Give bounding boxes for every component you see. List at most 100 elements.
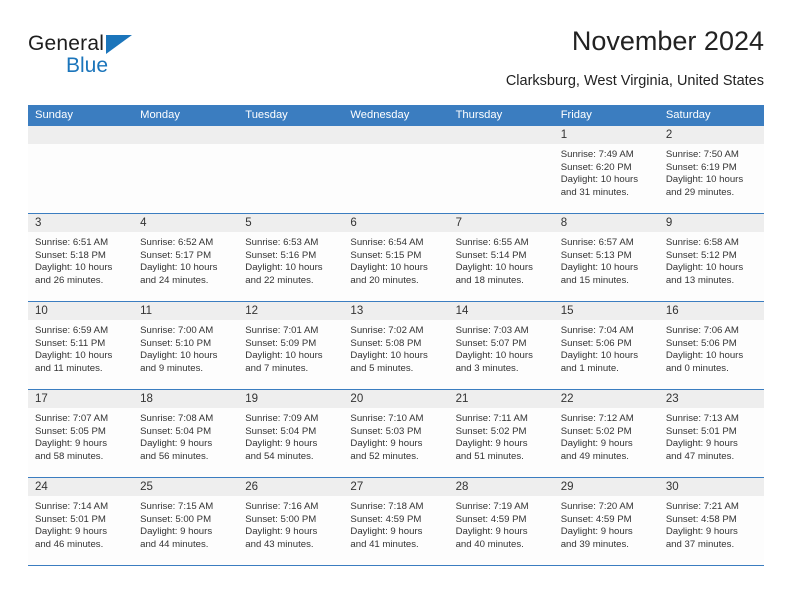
- day-sunrise-text: Sunrise: 6:53 AM: [245, 237, 319, 248]
- day-sunrise-text: Sunrise: 7:15 AM: [140, 501, 214, 512]
- day-sunrise-text: Sunrise: 7:08 AM: [140, 413, 214, 424]
- day-sunrise-text: Sunrise: 6:58 AM: [665, 237, 739, 248]
- calendar-day-cell[interactable]: 18 Sunrise: 7:08 AM Sunset: 5:04 PM Dayligh…: [133, 390, 239, 477]
- day-sun-info: Sunrise: 7:13 AM Sunset: 5:01 PM Daylight:…: [659, 408, 764, 469]
- day-sunrise-text: Sunrise: 6:55 AM: [455, 237, 529, 248]
- calendar-day-cell[interactable]: 21 Sunrise: 7:11 AM Sunset: 5:02 PM Dayligh…: [448, 390, 554, 477]
- day-sunset-text: Sunset: 5:14 PM: [455, 249, 527, 261]
- day-sun-info: Sunrise: 7:09 AM Sunset: 5:04 PM Daylight:…: [238, 408, 343, 469]
- day-sunrise-text: Sunrise: 7:02 AM: [350, 325, 424, 336]
- day-number: 2: [658, 126, 764, 144]
- day-number: 17: [28, 390, 134, 408]
- weekday-header-thursday: Thursday: [455, 109, 503, 121]
- day-sun-info: Sunrise: 7:21 AM Sunset: 4:58 PM Daylight:…: [659, 496, 764, 557]
- calendar-day-cell[interactable]: 4 Sunrise: 6:52 AM Sunset: 5:17 PM Daylight…: [133, 214, 239, 301]
- day-sunrise-text: Sunrise: 7:07 AM: [35, 413, 109, 424]
- general-blue-logo[interactable]: General Blue: [28, 32, 228, 86]
- day-sunset-text: Sunset: 5:11 PM: [35, 337, 106, 349]
- day-daylight-text: and 46 minutes.: [35, 538, 104, 550]
- day-sun-info: Sunrise: 7:06 AM Sunset: 5:06 PM Daylight:…: [659, 320, 764, 381]
- day-daylight-text: and 1 minute.: [560, 362, 619, 374]
- day-sunset-text: Sunset: 4:59 PM: [455, 513, 527, 525]
- calendar-day-cell[interactable]: 24 Sunrise: 7:14 AM Sunset: 5:01 PM Dayligh…: [28, 478, 134, 565]
- calendar-day-cell[interactable]: 15 Sunrise: 7:04 AM Sunset: 5:06 PM Dayligh…: [553, 302, 659, 389]
- calendar-day-cell[interactable]: 2 Sunrise: 7:50 AM Sunset: 6:19 PM Daylight…: [658, 126, 764, 213]
- day-number: 3: [28, 214, 134, 232]
- day-daylight-text: and 52 minutes.: [350, 450, 419, 462]
- calendar-day-cell[interactable]: 10 Sunrise: 6:59 AM Sunset: 5:11 PM Dayligh…: [28, 302, 134, 389]
- day-number: 21: [448, 390, 554, 408]
- calendar-week-row: 1 Sunrise: 7:49 AM Sunset: 6:20 PM Daylight…: [28, 126, 764, 214]
- day-sunset-text: Sunset: 5:18 PM: [35, 249, 106, 261]
- day-sunset-text: Sunset: 5:06 PM: [665, 337, 737, 349]
- day-daylight-text: Daylight: 9 hours: [35, 438, 107, 450]
- calendar-day-cell[interactable]: 14 Sunrise: 7:03 AM Sunset: 5:07 PM Dayligh…: [448, 302, 554, 389]
- day-daylight-text: and 13 minutes.: [665, 274, 735, 286]
- calendar-day-cell[interactable]: 13 Sunrise: 7:02 AM Sunset: 5:08 PM Dayligh…: [343, 302, 449, 389]
- day-number: 10: [28, 302, 134, 320]
- day-sun-info: Sunrise: 6:53 AM Sunset: 5:16 PM Daylight:…: [238, 232, 343, 293]
- calendar-day-cell[interactable]: 23 Sunrise: 7:13 AM Sunset: 5:01 PM Dayligh…: [658, 390, 764, 477]
- calendar-day-cell[interactable]: 20 Sunrise: 7:10 AM Sunset: 5:03 PM Dayligh…: [343, 390, 449, 477]
- calendar-day-cell[interactable]: 16 Sunrise: 7:06 AM Sunset: 5:06 PM Dayligh…: [658, 302, 764, 389]
- day-daylight-text: and 37 minutes.: [665, 538, 735, 550]
- day-sunset-text: Sunset: 5:15 PM: [350, 249, 422, 261]
- day-daylight-text: Daylight: 10 hours: [35, 350, 113, 362]
- day-daylight-text: and 11 minutes.: [35, 362, 103, 374]
- day-sun-info: Sunrise: 7:18 AM Sunset: 4:59 PM Daylight:…: [343, 496, 448, 557]
- day-number: [28, 126, 134, 144]
- day-number: [238, 126, 344, 144]
- day-sunrise-text: Sunrise: 7:13 AM: [665, 413, 739, 424]
- day-sun-info: Sunrise: 7:04 AM Sunset: 5:06 PM Daylight:…: [554, 320, 659, 381]
- calendar-day-cell[interactable]: 25 Sunrise: 7:15 AM Sunset: 5:00 PM Dayligh…: [133, 478, 239, 565]
- calendar-day-cell[interactable]: 6 Sunrise: 6:54 AM Sunset: 5:15 PM Daylight…: [343, 214, 449, 301]
- day-sun-info: Sunrise: 7:11 AM Sunset: 5:02 PM Daylight:…: [449, 408, 554, 469]
- day-sun-info: Sunrise: 7:14 AM Sunset: 5:01 PM Daylight:…: [28, 496, 133, 557]
- calendar-day-cell[interactable]: 19 Sunrise: 7:09 AM Sunset: 5:04 PM Dayligh…: [238, 390, 344, 477]
- calendar-day-cell[interactable]: 7 Sunrise: 6:55 AM Sunset: 5:14 PM Daylight…: [448, 214, 554, 301]
- calendar-day-cell[interactable]: 22 Sunrise: 7:12 AM Sunset: 5:02 PM Dayligh…: [553, 390, 659, 477]
- calendar-day-cell[interactable]: 3 Sunrise: 6:51 AM Sunset: 5:18 PM Daylight…: [28, 214, 134, 301]
- day-daylight-text: and 47 minutes.: [665, 450, 735, 462]
- day-sunset-text: Sunset: 5:13 PM: [560, 249, 632, 261]
- page-header: General Blue November 2024 Clarksburg, W…: [28, 26, 764, 98]
- calendar-day-cell-empty: [28, 126, 134, 213]
- day-sunrise-text: Sunrise: 7:16 AM: [245, 501, 319, 512]
- day-number: 20: [343, 390, 449, 408]
- day-number: 22: [553, 390, 659, 408]
- day-daylight-text: Daylight: 9 hours: [140, 438, 213, 450]
- calendar-day-cell[interactable]: 5 Sunrise: 6:53 AM Sunset: 5:16 PM Daylight…: [238, 214, 344, 301]
- calendar-day-cell[interactable]: 8 Sunrise: 6:57 AM Sunset: 5:13 PM Daylight…: [553, 214, 659, 301]
- day-daylight-text: Daylight: 10 hours: [455, 350, 533, 362]
- day-sun-info: Sunrise: 7:03 AM Sunset: 5:07 PM Daylight:…: [449, 320, 554, 381]
- calendar-page: General Blue November 2024 Clarksburg, W…: [0, 0, 792, 612]
- day-number: 28: [448, 478, 554, 496]
- day-sunset-text: Sunset: 5:05 PM: [35, 425, 106, 437]
- calendar-day-cell[interactable]: 17 Sunrise: 7:07 AM Sunset: 5:05 PM Dayligh…: [28, 390, 134, 477]
- day-sun-info: Sunrise: 7:02 AM Sunset: 5:08 PM Daylight:…: [343, 320, 448, 381]
- day-sun-info: Sunrise: 7:19 AM Sunset: 4:59 PM Daylight:…: [449, 496, 554, 557]
- day-sunset-text: Sunset: 6:19 PM: [665, 161, 737, 173]
- calendar-day-cell[interactable]: 30 Sunrise: 7:21 AM Sunset: 4:58 PM Dayligh…: [658, 478, 764, 565]
- calendar-day-cell[interactable]: 11 Sunrise: 7:00 AM Sunset: 5:10 PM Dayligh…: [133, 302, 239, 389]
- day-sunset-text: Sunset: 4:59 PM: [560, 513, 632, 525]
- calendar-day-cell[interactable]: 1 Sunrise: 7:49 AM Sunset: 6:20 PM Daylight…: [553, 126, 659, 213]
- day-sunset-text: Sunset: 4:58 PM: [665, 513, 737, 525]
- weekday-header-tuesday: Tuesday: [245, 109, 288, 121]
- day-daylight-text: and 51 minutes.: [455, 450, 524, 462]
- day-sun-info: Sunrise: 6:52 AM Sunset: 5:17 PM Daylight:…: [133, 232, 238, 293]
- calendar-day-cell[interactable]: 28 Sunrise: 7:19 AM Sunset: 4:59 PM Dayligh…: [448, 478, 554, 565]
- calendar-day-cell[interactable]: 9 Sunrise: 6:58 AM Sunset: 5:12 PM Daylight…: [658, 214, 764, 301]
- day-number: 8: [553, 214, 659, 232]
- calendar-day-cell[interactable]: 29 Sunrise: 7:20 AM Sunset: 4:59 PM Dayligh…: [553, 478, 659, 565]
- day-daylight-text: Daylight: 10 hours: [350, 262, 428, 274]
- day-sunrise-text: Sunrise: 7:01 AM: [245, 325, 319, 336]
- day-sun-info: Sunrise: 6:54 AM Sunset: 5:15 PM Daylight:…: [343, 232, 448, 293]
- day-sunset-text: Sunset: 5:16 PM: [245, 249, 317, 261]
- calendar-day-cell[interactable]: 12 Sunrise: 7:01 AM Sunset: 5:09 PM Dayligh…: [238, 302, 344, 389]
- day-number: [343, 126, 449, 144]
- day-daylight-text: and 40 minutes.: [455, 538, 524, 550]
- calendar-day-cell[interactable]: 27 Sunrise: 7:18 AM Sunset: 4:59 PM Dayligh…: [343, 478, 449, 565]
- day-daylight-text: and 15 minutes.: [560, 274, 629, 286]
- calendar-day-cell[interactable]: 26 Sunrise: 7:16 AM Sunset: 5:00 PM Dayligh…: [238, 478, 344, 565]
